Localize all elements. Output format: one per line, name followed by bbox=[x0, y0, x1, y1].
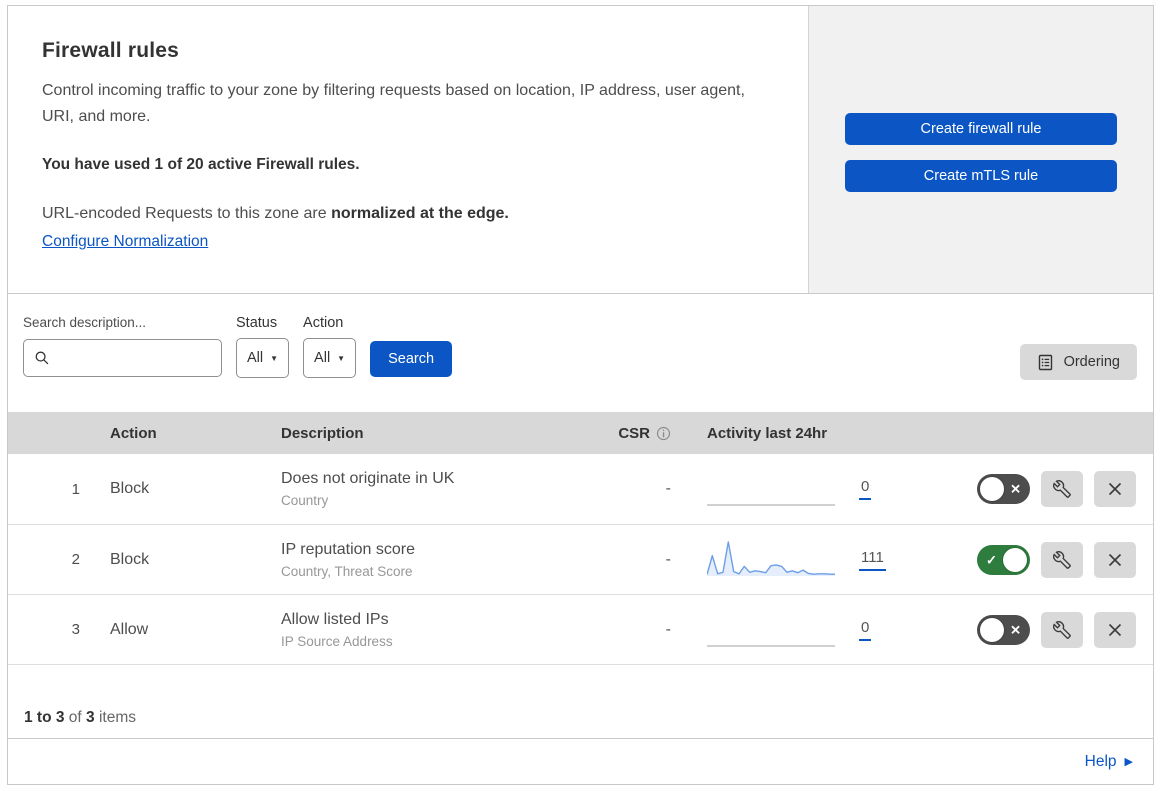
usage-summary: You have used 1 of 20 active Firewall ru… bbox=[42, 155, 360, 173]
rule-description-cell: Does not originate in UK Country bbox=[281, 470, 609, 508]
toggle-knob bbox=[1003, 547, 1027, 572]
rule-priority: 3 bbox=[71, 621, 80, 638]
ordering-button-label: Ordering bbox=[1063, 354, 1120, 370]
rule-description-cell: Allow listed IPs IP Source Address bbox=[281, 611, 609, 649]
toggle-state-icon: ✓ bbox=[986, 552, 997, 567]
activity-count-link[interactable]: 0 bbox=[859, 478, 872, 500]
rule-activity-cell: 0 bbox=[671, 467, 915, 511]
toggle-state-icon: ✕ bbox=[1010, 481, 1021, 497]
table-row: 1 Block Does not originate in UK Country… bbox=[8, 454, 1153, 524]
rule-description-cell: IP reputation score Country, Threat Scor… bbox=[281, 541, 609, 579]
configure-normalization-link[interactable]: Configure Normalization bbox=[42, 233, 208, 250]
search-button[interactable]: Search bbox=[370, 341, 453, 377]
create-mtls-rule-button[interactable]: Create mTLS rule bbox=[845, 160, 1117, 192]
rules-table-body: 1 Block Does not originate in UK Country… bbox=[8, 454, 1153, 665]
search-icon bbox=[35, 351, 49, 365]
rule-action: Allow bbox=[110, 620, 149, 638]
edit-rule-button[interactable] bbox=[1041, 471, 1083, 507]
delete-rule-button[interactable] bbox=[1094, 541, 1136, 578]
rule-priority: 1 bbox=[71, 480, 80, 498]
pagination-summary: 1 to 3 of 3 items bbox=[24, 709, 137, 726]
arrow-right-icon: ▶ bbox=[1124, 756, 1133, 768]
rule-description: IP reputation score bbox=[281, 540, 416, 558]
status-dropdown-value: All bbox=[247, 350, 264, 366]
rule-fields: IP Source Address bbox=[281, 633, 393, 649]
toggle-knob bbox=[980, 477, 1004, 501]
rule-description: Does not originate in UK bbox=[281, 470, 455, 487]
rule-enabled-toggle[interactable]: ✕ bbox=[977, 474, 1030, 504]
activity-sparkline bbox=[707, 540, 835, 576]
wrench-icon bbox=[1053, 480, 1071, 498]
search-label: Search description... bbox=[23, 315, 147, 330]
csr-column-header: CSR bbox=[609, 425, 671, 442]
action-dropdown-value: All bbox=[314, 350, 331, 366]
rule-enabled-toggle[interactable]: ✓ bbox=[977, 544, 1030, 575]
chevron-down-icon: ▼ bbox=[337, 353, 346, 363]
close-icon bbox=[1108, 553, 1122, 566]
page-title: Firewall rules bbox=[42, 39, 180, 62]
help-link[interactable]: Help ▶ bbox=[1085, 753, 1133, 771]
rule-csr-value: - bbox=[665, 480, 671, 497]
action-column-header: Action bbox=[110, 424, 157, 442]
page-description: Control incoming traffic to your zone by… bbox=[42, 82, 745, 126]
action-label: Action bbox=[303, 315, 344, 331]
ordering-button[interactable]: Ordering bbox=[1019, 344, 1137, 380]
activity-count-link[interactable]: 0 bbox=[859, 619, 872, 641]
status-label: Status bbox=[236, 315, 278, 331]
delete-rule-button[interactable] bbox=[1094, 471, 1136, 507]
edit-rule-button[interactable] bbox=[1041, 541, 1083, 578]
search-field-group: Search description... bbox=[23, 315, 222, 377]
table-row: 3 Allow Allow listed IPs IP Source Addre… bbox=[8, 594, 1153, 664]
rule-csr-value: - bbox=[665, 620, 671, 638]
actions-panel: Create firewall rule Create mTLS rule bbox=[808, 6, 1153, 293]
search-input[interactable] bbox=[56, 340, 221, 376]
firewall-rules-page: Firewall rules Control incoming traffic … bbox=[0, 0, 1161, 790]
table-header-row: Action Description CSR Activity last 24h… bbox=[8, 412, 1153, 454]
toggle-knob bbox=[980, 617, 1004, 642]
rules-list-card: Search description... Status All ▼ Actio… bbox=[7, 293, 1154, 785]
action-filter-group: Action All ▼ bbox=[303, 315, 357, 378]
description-column-header: Description bbox=[281, 424, 364, 442]
info-icon[interactable] bbox=[656, 426, 671, 441]
rule-controls-cell: ✓ bbox=[915, 541, 1153, 578]
activity-column-header: Activity last 24hr bbox=[707, 424, 828, 442]
rule-activity-cell: 0 bbox=[671, 608, 915, 652]
toggle-state-icon: ✕ bbox=[1010, 622, 1021, 637]
rule-csr-value: - bbox=[665, 550, 671, 568]
status-dropdown[interactable]: All ▼ bbox=[236, 338, 290, 378]
rule-action: Block bbox=[110, 550, 150, 568]
close-icon bbox=[1108, 482, 1122, 496]
header-card: Firewall rules Control incoming traffic … bbox=[7, 5, 1154, 294]
rule-action: Block bbox=[110, 480, 150, 497]
rule-description: Allow listed IPs bbox=[281, 610, 389, 628]
rule-enabled-toggle[interactable]: ✕ bbox=[977, 614, 1030, 645]
activity-count-link[interactable]: 111 bbox=[859, 549, 886, 571]
delete-rule-button[interactable] bbox=[1094, 611, 1136, 648]
rule-priority: 2 bbox=[71, 551, 80, 568]
help-bar: Help ▶ bbox=[8, 738, 1153, 784]
rule-controls-cell: ✕ bbox=[915, 611, 1153, 648]
wrench-icon bbox=[1053, 550, 1071, 569]
filter-toolbar: Search description... Status All ▼ Actio… bbox=[8, 294, 1153, 412]
search-box[interactable] bbox=[23, 339, 222, 377]
wrench-icon bbox=[1053, 620, 1071, 639]
normalization-note: URL-encoded Requests to this zone are no… bbox=[42, 204, 509, 222]
action-dropdown[interactable]: All ▼ bbox=[303, 338, 357, 378]
table-row: 2 Block IP reputation score Country, Thr… bbox=[8, 524, 1153, 594]
ordered-list-icon bbox=[1038, 354, 1052, 370]
header-text-block: Firewall rules Control incoming traffic … bbox=[8, 6, 808, 293]
edit-rule-button[interactable] bbox=[1041, 611, 1083, 648]
close-icon bbox=[1108, 623, 1122, 636]
create-firewall-rule-button[interactable]: Create firewall rule bbox=[845, 113, 1117, 145]
rule-controls-cell: ✕ bbox=[915, 471, 1153, 507]
activity-sparkline bbox=[707, 644, 835, 647]
help-link-label: Help bbox=[1084, 752, 1117, 770]
chevron-down-icon: ▼ bbox=[270, 353, 279, 363]
rule-fields: Country bbox=[281, 493, 329, 508]
rule-activity-cell: 111 bbox=[671, 538, 915, 582]
activity-sparkline bbox=[707, 504, 835, 506]
rule-fields: Country, Threat Score bbox=[281, 563, 413, 579]
status-filter-group: Status All ▼ bbox=[236, 315, 290, 378]
